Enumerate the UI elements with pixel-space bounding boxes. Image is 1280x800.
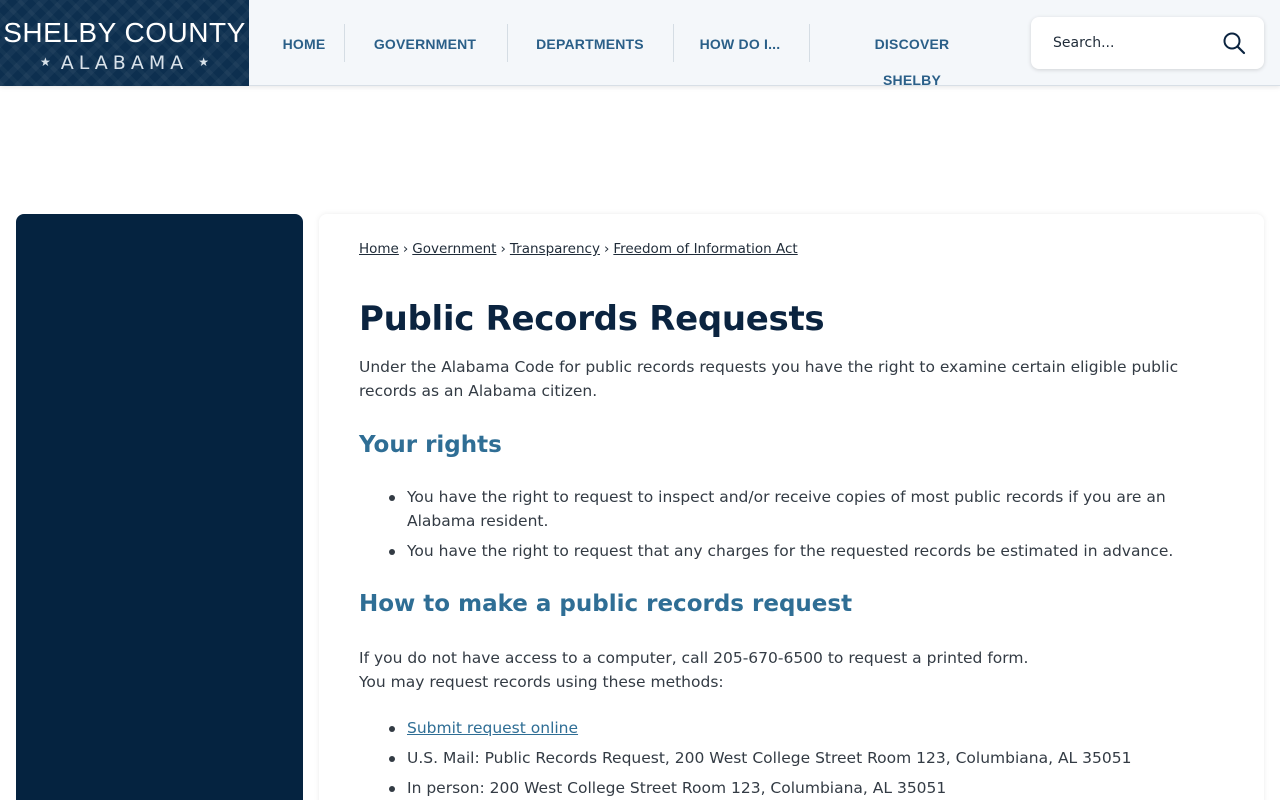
list-item: You have the right to request to inspect… [359, 485, 1229, 533]
breadcrumb-home[interactable]: Home [359, 241, 399, 257]
nav-home[interactable]: HOME [271, 26, 337, 62]
nav-departments[interactable]: DEPARTMENTS [532, 26, 648, 62]
content-body: Home › Government › Transparency › Freedom of … [359, 240, 1229, 800]
search-input[interactable] [1053, 30, 1213, 56]
list-item: Submit request online [359, 716, 1229, 740]
methods-intro: You may request records using these meth… [359, 673, 724, 691]
logo-subtitle-text: ALABAMA [60, 52, 189, 74]
nav-divider [673, 24, 674, 62]
rights-heading: Your rights [359, 432, 502, 458]
list-item: U.S. Mail: Public Records Request, 200 W… [359, 746, 1229, 770]
search-box [1031, 17, 1264, 69]
list-item: In person: 200 West College Street Room … [359, 776, 1229, 800]
nav-government[interactable]: GOVERNMENT [369, 26, 481, 62]
phone-instruction: If you do not have access to a computer,… [359, 649, 1029, 667]
logo-subtitle: ★ ALABAMA ★ [0, 50, 249, 75]
breadcrumb-foia[interactable]: Freedom of Information Act [613, 241, 797, 257]
nav-discover-shelby[interactable]: DISCOVER SHELBY [845, 26, 979, 88]
star-icon: ★ [198, 55, 209, 69]
breadcrumb-government[interactable]: Government [412, 241, 496, 257]
sidebar-panel [16, 214, 303, 800]
how-to-heading: How to make a public records request [359, 591, 853, 617]
methods-list: Submit request online U.S. Mail: Public … [359, 716, 1229, 800]
logo-title: SHELBY COUNTY [3, 17, 246, 48]
breadcrumb-separator: › [402, 241, 409, 257]
nav-divider [344, 24, 345, 62]
content-card: Home › Government › Transparency › Freedom of … [319, 214, 1264, 800]
submit-online-link[interactable]: Submit request online [407, 719, 578, 737]
breadcrumb-transparency[interactable]: Transparency [510, 241, 600, 257]
site-header: SHELBY COUNTY ★ ALABAMA ★ HOME GOVERNMENT … [0, 0, 1280, 88]
nav-divider [809, 24, 810, 62]
breadcrumb-separator: › [603, 241, 610, 257]
nav-divider [507, 24, 508, 62]
site-logo[interactable]: SHELBY COUNTY ★ ALABAMA ★ [0, 0, 249, 86]
star-icon: ★ [40, 55, 51, 69]
list-item: You have the right to request that any c… [359, 539, 1229, 563]
search-icon[interactable] [1222, 31, 1246, 55]
intro-text: Under the Alabama Code for public record… [359, 358, 1179, 400]
nav-how-do-i[interactable]: HOW DO I... [695, 26, 785, 62]
breadcrumb-separator: › [500, 241, 506, 257]
rights-list: You have the right to request to inspect… [359, 485, 1229, 563]
breadcrumb: Home › Government › Transparency › Freedom of … [359, 240, 1229, 258]
page-title: Public Records Requests [359, 299, 825, 339]
how-to-text: If you do not have access to a computer,… [359, 646, 1229, 694]
